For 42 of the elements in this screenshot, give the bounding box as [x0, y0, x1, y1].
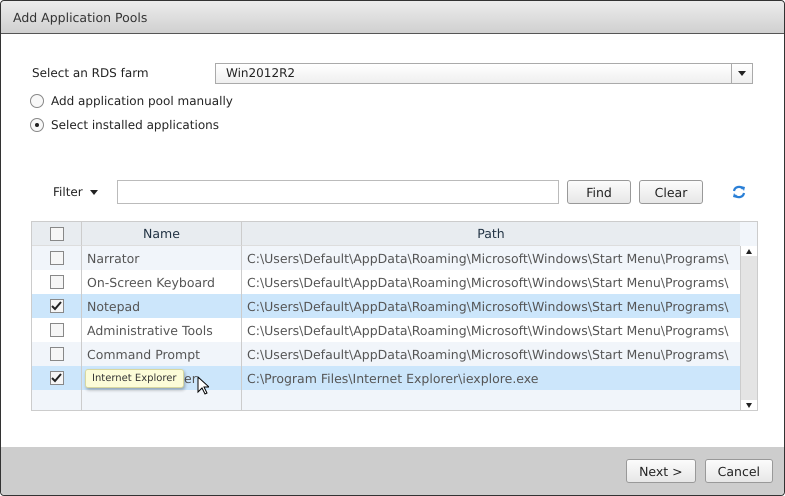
tooltip: Internet Explorer: [85, 369, 184, 388]
table-cell: C:\Users\Default\AppData\Roaming\Microsoft\Windows\Start Menu\Programs\: [247, 346, 728, 362]
filter-input-field[interactable]: [117, 180, 559, 204]
radio-label[interactable]: Select installed applications: [51, 118, 220, 132]
table-cell: C:\Users\Default\AppData\Roaming\Microsoft\Windows\Start Menu\Programs\: [247, 322, 728, 338]
table-cell: C:\Users\Default\AppData\Roaming\Microsoft\Windows\Start Menu\Programs\: [247, 250, 728, 266]
filter-dropdown[interactable]: Filter: [30, 185, 117, 199]
table-cell: C:\Users\Default\AppData\Roaming\Microsoft\Windows\Start Menu\Programs\: [247, 274, 728, 290]
field-label: Select an RDS farm: [31, 66, 150, 80]
refresh-icon[interactable]: [731, 184, 747, 200]
find-button[interactable]: Find: [567, 180, 631, 204]
checkbox[interactable]: [50, 371, 64, 385]
scroll-down-arrow-icon[interactable]: [746, 402, 752, 408]
table-cell: C:\Program Files\Internet Explorer\iexplore.exe: [247, 370, 538, 386]
radio-label[interactable]: Add application pool manually: [51, 94, 233, 108]
table-cell: Narrator: [87, 250, 140, 266]
table-cell: Command Prompt: [87, 346, 200, 362]
radio-button[interactable]: [30, 118, 44, 132]
checkbox[interactable]: [50, 275, 64, 289]
column-header[interactable]: Name: [82, 222, 242, 246]
checkbox[interactable]: [50, 323, 64, 337]
table-cell: Notepad: [87, 298, 140, 314]
table-cell: er: [184, 370, 197, 386]
scroll-up-arrow-icon[interactable]: [746, 248, 752, 254]
caret-icon: [738, 70, 746, 76]
cursor-icon: [197, 376, 209, 395]
column-header[interactable]: Path: [242, 222, 740, 246]
scrollbar[interactable]: [740, 246, 757, 410]
window-title: Add Application Pools: [13, 10, 148, 24]
cancel-button[interactable]: Cancel: [704, 459, 773, 483]
table-cell: C:\Users\Default\AppData\Roaming\Microsoft\Windows\Start Menu\Programs\: [247, 298, 728, 314]
clear-button[interactable]: Clear: [639, 180, 703, 204]
radio-button[interactable]: [30, 94, 44, 108]
checkbox[interactable]: [50, 251, 64, 265]
next-button[interactable]: Next >: [626, 459, 696, 483]
checkbox[interactable]: [50, 299, 64, 313]
table-cell: Administrative Tools: [87, 322, 213, 338]
table-cell: On-Screen Keyboard: [87, 274, 215, 290]
caret-icon: [90, 190, 98, 194]
checkbox[interactable]: [50, 226, 64, 240]
checkbox[interactable]: [50, 347, 64, 361]
farm-dropdown[interactable]: Win2012R2: [215, 62, 753, 84]
